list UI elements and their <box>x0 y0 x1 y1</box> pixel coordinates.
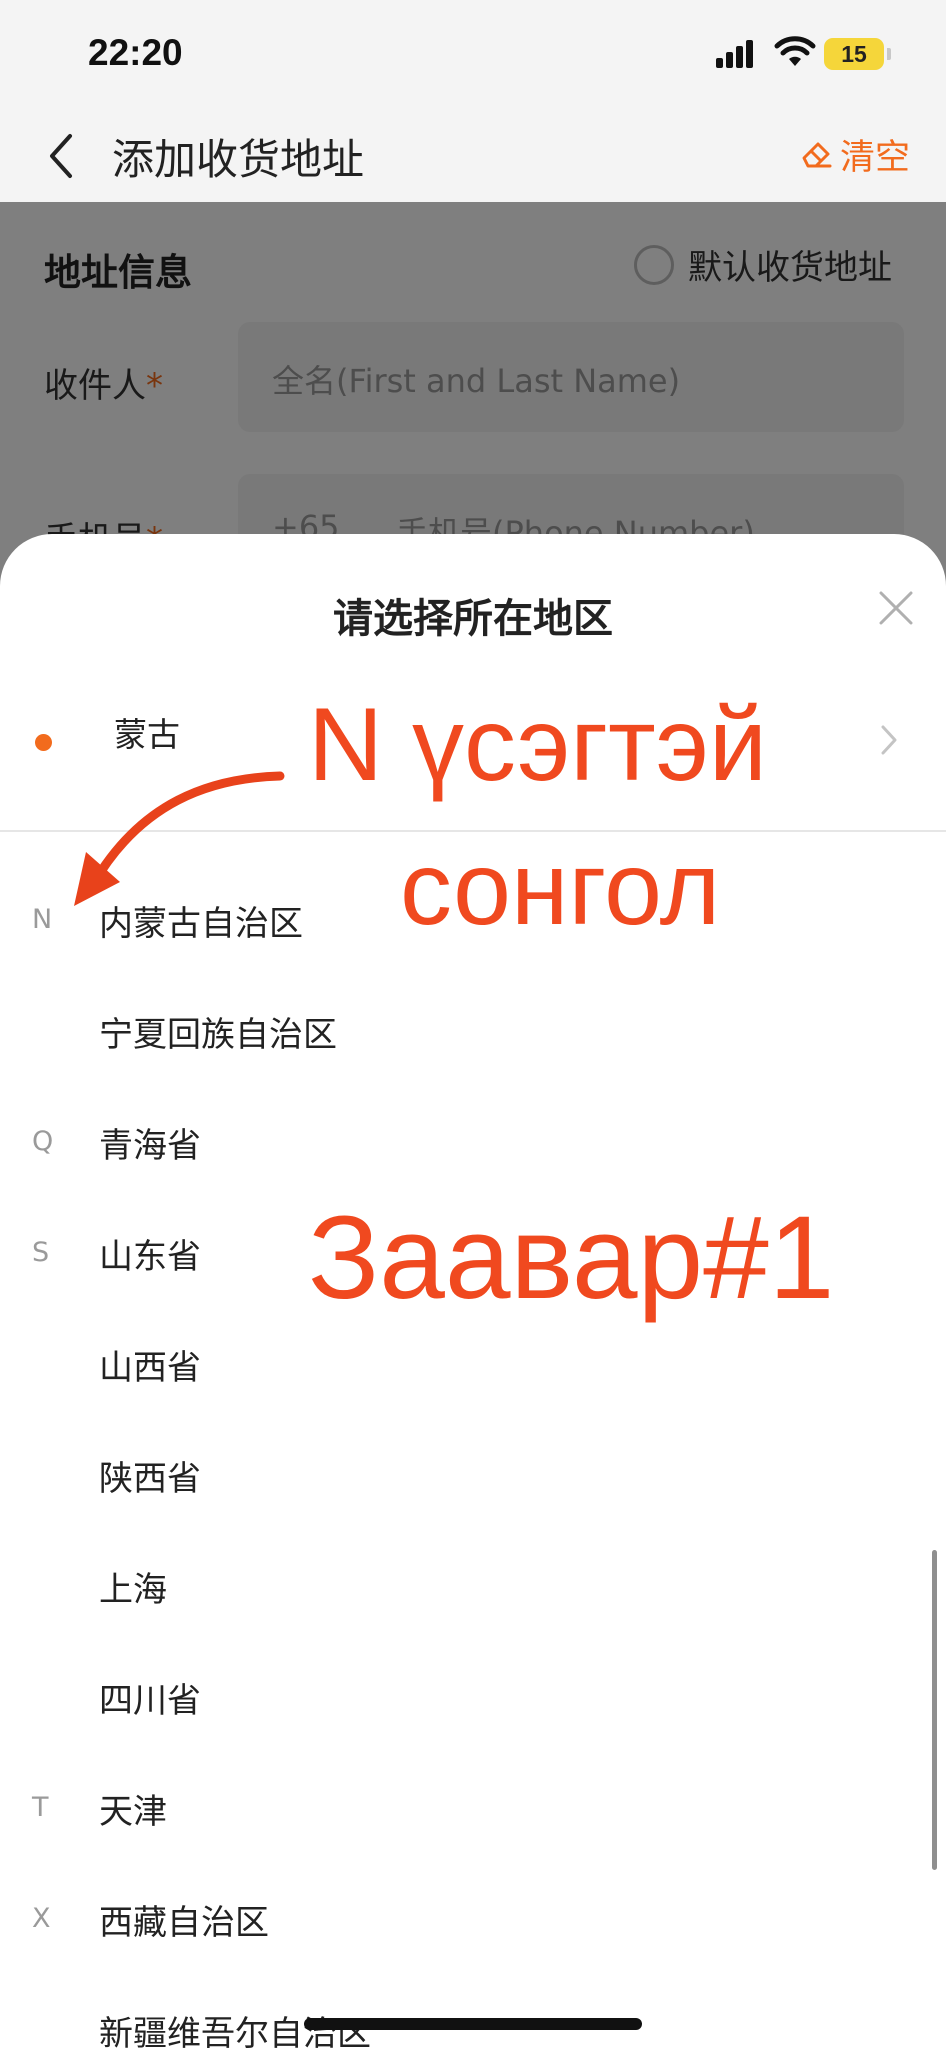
region-row[interactable]: 陕西省 <box>0 1425 946 1536</box>
wifi-icon <box>774 36 816 66</box>
status-time: 22:20 <box>88 32 183 73</box>
page-title: 添加收货地址 <box>112 135 365 184</box>
region-row[interactable]: 山西省 <box>0 1314 946 1425</box>
region-name: 西藏自治区 <box>99 1903 269 1943</box>
region-row[interactable]: Q 青海省 <box>0 1092 946 1203</box>
clear-button[interactable]: 清空 <box>798 126 910 182</box>
close-icon[interactable] <box>878 590 914 626</box>
annotation-line-3: Заавар#1 <box>308 1192 835 1324</box>
index-letter: S <box>32 1237 50 1268</box>
region-name: 上海 <box>99 1570 167 1610</box>
region-row[interactable]: X 西藏自治区 <box>0 1869 946 1980</box>
selected-dot <box>35 734 52 751</box>
battery-icon: 15 <box>824 38 884 70</box>
region-name: 山东省 <box>99 1237 201 1277</box>
nav-bar: 添加收货地址 清空 <box>0 110 946 202</box>
battery-nub <box>887 48 891 60</box>
chevron-right-icon[interactable] <box>880 724 898 756</box>
index-letter: X <box>32 1903 51 1934</box>
selected-region[interactable]: 蒙古 <box>114 708 180 756</box>
back-icon[interactable] <box>44 132 78 180</box>
eraser-icon <box>802 142 832 168</box>
region-name: 山西省 <box>99 1348 201 1388</box>
region-name: 宁夏回族自治区 <box>99 1015 337 1055</box>
index-letter: N <box>32 904 53 935</box>
index-letter: T <box>32 1792 49 1823</box>
scrollbar[interactable] <box>932 1550 937 1870</box>
region-row[interactable]: 宁夏回族自治区 <box>0 981 946 1092</box>
region-name: 天津 <box>99 1792 167 1832</box>
arrow-icon <box>74 771 285 906</box>
region-row[interactable]: 新疆维吾尔自治区 <box>0 1980 946 2048</box>
home-indicator <box>304 2018 642 2030</box>
status-bar: 22:20 15 <box>0 0 946 110</box>
signal-icon <box>716 40 753 68</box>
region-row[interactable]: 四川省 <box>0 1647 946 1758</box>
region-name: 陕西省 <box>99 1459 201 1499</box>
region-row[interactable]: 上海 <box>0 1536 946 1647</box>
region-name: 青海省 <box>99 1126 201 1166</box>
clear-label: 清空 <box>840 137 911 178</box>
region-name: 四川省 <box>99 1681 201 1721</box>
annotation-line-1: N үсэгтэй <box>308 687 767 803</box>
annotation-line-2: сонгол <box>400 831 721 947</box>
region-row[interactable]: T 天津 <box>0 1758 946 1869</box>
sheet-title: 请选择所在地区 <box>333 596 613 642</box>
index-letter: Q <box>32 1126 54 1157</box>
battery-level: 15 <box>841 41 867 67</box>
